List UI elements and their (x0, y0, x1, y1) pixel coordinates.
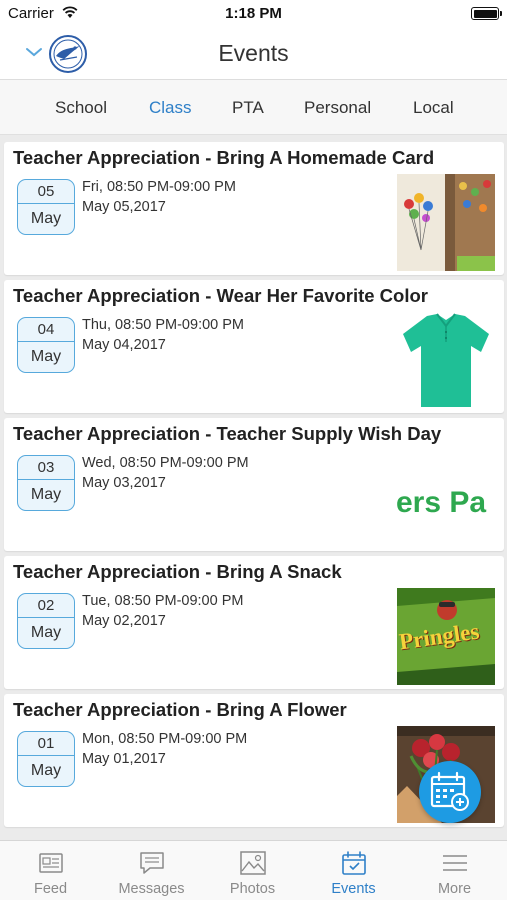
date-badge: 01 May (17, 731, 75, 787)
event-time: Mon, 08:50 PM-09:00 PM (82, 731, 248, 747)
tab-class[interactable]: Class (149, 98, 192, 118)
tab-messages[interactable]: Messages (101, 841, 202, 900)
event-card[interactable]: Teacher Appreciation - Bring A Snack 02 … (4, 556, 504, 689)
date-badge: 05 May (17, 179, 75, 235)
tab-label: More (437, 881, 472, 897)
event-thumbnail (397, 312, 495, 409)
tab-label: Photos (229, 881, 276, 897)
more-icon (443, 855, 467, 871)
event-date: May 03,2017 (82, 475, 166, 491)
date-day: 02 (18, 594, 74, 618)
event-thumbnail (397, 174, 495, 271)
tab-label: Feed (33, 881, 68, 897)
event-title: Teacher Appreciation - Teacher Supply Wi… (13, 423, 442, 444)
event-date: May 04,2017 (82, 337, 166, 353)
clock: 1:18 PM (225, 5, 282, 22)
tab-label: Events (331, 881, 376, 897)
event-card[interactable]: Teacher Appreciation - Bring A Homemade … (4, 142, 504, 275)
navigation-bar: Events (0, 28, 507, 80)
photos-icon (240, 851, 266, 875)
add-event-button[interactable] (419, 761, 481, 823)
tab-feed[interactable]: Feed (0, 841, 101, 900)
messages-icon (140, 852, 164, 874)
date-month: May (30, 348, 62, 365)
event-title: Teacher Appreciation - Bring A Snack (13, 561, 342, 582)
event-thumbnail: ers Pa (397, 450, 495, 547)
status-bar: Carrier 1:18 PM (0, 0, 507, 28)
tab-school[interactable]: School (55, 98, 107, 118)
event-time: Tue, 08:50 PM-09:00 PM (82, 593, 244, 609)
date-month: May (30, 486, 62, 503)
tab-photos[interactable]: Photos (202, 841, 303, 900)
tab-pta[interactable]: PTA (232, 98, 264, 118)
date-day: 05 (18, 180, 74, 204)
category-tabs: School Class PTA Personal Local (0, 80, 507, 135)
event-date: May 05,2017 (82, 199, 166, 215)
event-time: Thu, 08:50 PM-09:00 PM (82, 317, 244, 333)
events-icon (342, 851, 366, 875)
tab-personal[interactable]: Personal (304, 98, 371, 118)
tab-label: Messages (118, 881, 185, 897)
event-card[interactable]: Teacher Appreciation - Wear Her Favorite… (4, 280, 504, 413)
battery-icon (471, 7, 502, 20)
date-month: May (30, 624, 62, 641)
date-day: 03 (18, 456, 74, 480)
date-badge: 03 May (17, 455, 75, 511)
event-date: May 01,2017 (82, 751, 166, 767)
date-badge: 02 May (17, 593, 75, 649)
event-time: Fri, 08:50 PM-09:00 PM (82, 179, 236, 195)
feed-icon (39, 853, 63, 873)
date-day: 04 (18, 318, 74, 342)
date-badge: 04 May (17, 317, 75, 373)
bottom-tab-bar: Feed Messages Photos Events More (0, 840, 507, 900)
tab-local[interactable]: Local (413, 98, 454, 118)
event-card[interactable]: Teacher Appreciation - Teacher Supply Wi… (4, 418, 504, 551)
date-month: May (30, 210, 62, 227)
calendar-add-icon (430, 771, 469, 811)
event-date: May 02,2017 (82, 613, 166, 629)
event-thumbnail: Pringles (397, 588, 495, 685)
tab-events[interactable]: Events (303, 841, 404, 900)
event-title: Teacher Appreciation - Bring A Flower (13, 699, 347, 720)
date-day: 01 (18, 732, 74, 756)
event-time: Wed, 08:50 PM-09:00 PM (82, 455, 249, 471)
date-month: May (30, 762, 62, 779)
page-title: Events (218, 40, 289, 66)
thumbnail-text: ers Pa (397, 486, 487, 519)
tab-more[interactable]: More (404, 841, 505, 900)
event-title: Teacher Appreciation - Bring A Homemade … (13, 147, 435, 168)
event-title: Teacher Appreciation - Wear Her Favorite… (13, 285, 428, 306)
